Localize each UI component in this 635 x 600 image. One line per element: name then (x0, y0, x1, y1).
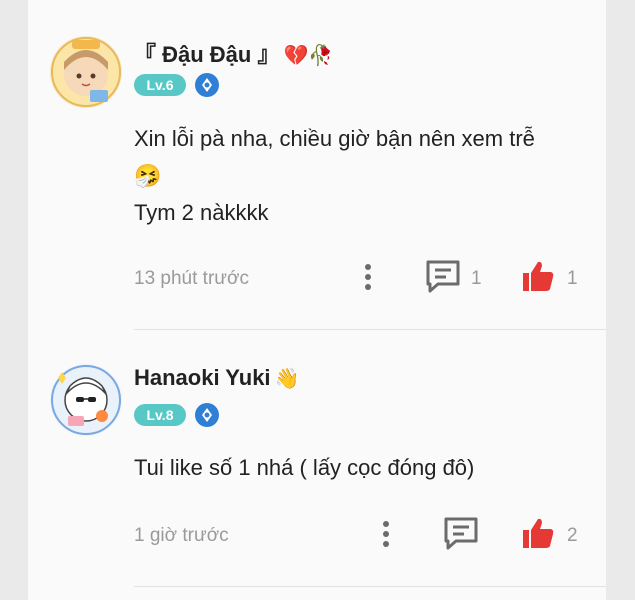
reply-icon[interactable] (424, 258, 462, 299)
username-text: 『 Đậu Đậu 』 (134, 42, 280, 67)
avatar-frame-icon (51, 365, 121, 435)
username[interactable]: Hanaoki Yuki 👋 (134, 365, 299, 391)
reply-icon[interactable] (442, 515, 480, 556)
level-badge: Lv.6 (134, 74, 186, 96)
comment-text-line: Tui like số 1 nhá ( lấy cọc đóng đô) (134, 455, 475, 480)
level-badge: Lv.8 (134, 404, 186, 426)
comment-list: 『 Đậu Đậu 』 💔🥀 Lv.6 Xin lỗi pà nha, chiều… (28, 0, 606, 600)
name-emoji: 💔🥀 (283, 45, 334, 67)
username[interactable]: 『 Đậu Đậu 』 💔🥀 (134, 37, 333, 69)
verified-badge-icon (195, 403, 219, 427)
comment-time: 13 phút trước (134, 268, 249, 289)
like-count: 1 (567, 268, 578, 289)
avatar[interactable] (50, 364, 122, 436)
comment-text-line: Xin lỗi pà nha, chiều giờ bận nên xem tr… (134, 126, 535, 151)
like-count: 2 (567, 525, 578, 546)
comment-item: 『 Đậu Đậu 』 💔🥀 Lv.6 Xin lỗi pà nha, chiều… (28, 0, 606, 330)
comment-text: Tui like số 1 nhá ( lấy cọc đóng đô) (134, 449, 594, 486)
comment-item: Hanaoki Yuki 👋 Lv.8 Tui like số 1 nhá ( l… (28, 330, 606, 600)
name-emoji: 👋 (274, 368, 300, 390)
avatar[interactable] (50, 36, 122, 108)
comment-text-line: Tym 2 nàkkkk (134, 200, 269, 225)
like-icon[interactable] (521, 516, 555, 555)
reply-count: 1 (471, 268, 482, 289)
avatar-frame-icon (51, 37, 121, 107)
more-options-icon[interactable] (382, 521, 390, 552)
more-options-icon[interactable] (364, 264, 372, 295)
like-icon[interactable] (521, 259, 555, 298)
username-text: Hanaoki Yuki (134, 365, 271, 390)
comment-text-emoji: 🤧 (134, 163, 162, 188)
divider (134, 586, 606, 587)
verified-badge-icon (195, 73, 219, 97)
comment-time: 1 giờ trước (134, 525, 229, 546)
comment-text: Xin lỗi pà nha, chiều giờ bận nên xem tr… (134, 120, 594, 231)
